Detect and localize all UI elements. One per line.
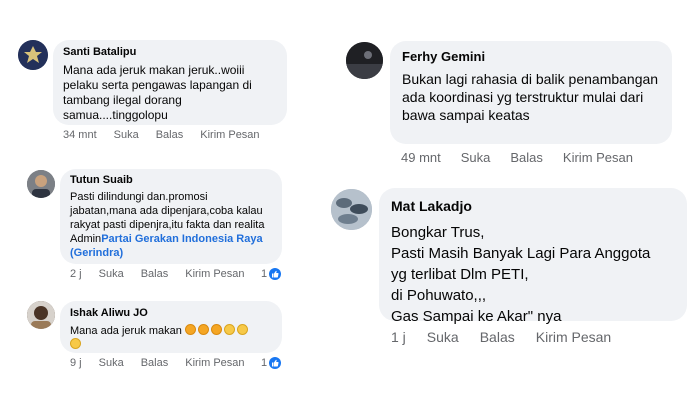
reaction-count[interactable]: 1	[261, 357, 282, 369]
orange-emoji-icon	[210, 324, 222, 335]
profile-photo-icon	[346, 42, 383, 79]
orange-emoji-icon	[184, 324, 196, 335]
avatar[interactable]	[346, 42, 383, 79]
reaction-count[interactable]: 1	[261, 268, 282, 280]
comment-bubble: Ferhy Gemini Bukan lagi rahasia di balik…	[390, 41, 672, 144]
comment-author[interactable]: Tutun Suaib	[70, 173, 272, 187]
like-button[interactable]: Suka	[461, 150, 491, 165]
comment-actions: 2 j Suka Balas Kirim Pesan	[70, 268, 245, 280]
like-thumb-icon	[269, 357, 282, 369]
laughing-emoji-icon	[70, 338, 81, 349]
comment-actions: 1 j Suka Balas Kirim Pesan	[391, 329, 611, 345]
comment-time[interactable]: 2 j	[70, 268, 82, 280]
comment-line: yg terlibat Dlm PETI,	[391, 266, 529, 283]
comment-bubble: Ishak Aliwu JO Mana ada jeruk makan	[60, 301, 282, 353]
comment-text: Bukan lagi rahasia di balik penambangan …	[402, 71, 659, 123]
send-message-button[interactable]: Kirim Pesan	[185, 357, 244, 369]
send-message-button[interactable]: Kirim Pesan	[536, 329, 611, 345]
like-button[interactable]: Suka	[99, 357, 124, 369]
reply-button[interactable]: Balas	[141, 268, 169, 280]
reply-button[interactable]: Balas	[156, 129, 184, 141]
profile-photo-icon	[27, 301, 55, 329]
profile-emblem-icon	[18, 40, 48, 70]
reaction-count-value: 1	[261, 268, 268, 280]
comment-text-body: Mana ada jeruk makan	[70, 325, 182, 337]
avatar[interactable]	[27, 170, 55, 198]
avatar[interactable]	[331, 189, 372, 230]
comment-actions: 9 j Suka Balas Kirim Pesan	[70, 357, 245, 369]
comment-author[interactable]: Mat Lakadjo	[391, 196, 675, 217]
comment-time[interactable]: 49 mnt	[401, 150, 441, 165]
comment-text: Mana ada jeruk makan jeruk..woiii pelaku…	[63, 63, 252, 122]
reply-button[interactable]: Balas	[480, 329, 515, 345]
comment-time[interactable]: 1 j	[391, 329, 406, 345]
comment-line: Pasti Masih Banyak Lagi Para Anggota	[391, 245, 651, 262]
comment-actions: 34 mnt Suka Balas Kirim Pesan	[63, 129, 260, 141]
comment-text: Pasti dilindungi dan.promosi jabatan,man…	[70, 190, 272, 260]
like-button[interactable]: Suka	[114, 129, 139, 141]
comment-time[interactable]: 9 j	[70, 357, 82, 369]
reply-button[interactable]: Balas	[510, 150, 543, 165]
send-message-button[interactable]: Kirim Pesan	[185, 268, 244, 280]
comment-bubble: Tutun Suaib Pasti dilindungi dan.promosi…	[60, 169, 282, 264]
comment-line: di Pohuwato,,,	[391, 287, 487, 304]
like-button[interactable]: Suka	[427, 329, 459, 345]
comment-actions: 49 mnt Suka Balas Kirim Pesan	[401, 150, 633, 165]
profile-photo-icon	[331, 189, 372, 230]
laughing-emoji-icon	[236, 324, 248, 335]
reaction-count-value: 1	[261, 357, 268, 369]
comment-bubble: Mat Lakadjo Bongkar Trus, Pasti Masih Ba…	[379, 188, 687, 325]
avatar[interactable]	[18, 40, 48, 70]
comment-line: Gas Sampai ke Akar" nya	[391, 308, 562, 325]
comment-time[interactable]: 34 mnt	[63, 129, 97, 141]
avatar[interactable]	[27, 301, 55, 329]
reply-button[interactable]: Balas	[141, 357, 169, 369]
comment-author[interactable]: Santi Batalipu	[63, 45, 277, 60]
comment-text: Mana ada jeruk makan	[70, 324, 272, 352]
orange-emoji-icon	[197, 324, 209, 335]
comment-author[interactable]: Ferhy Gemini	[402, 48, 660, 66]
send-message-button[interactable]: Kirim Pesan	[563, 150, 633, 165]
like-thumb-icon	[269, 268, 282, 280]
send-message-button[interactable]: Kirim Pesan	[200, 129, 259, 141]
comment-bubble: Santi Batalipu Mana ada jeruk makan jeru…	[53, 40, 287, 125]
profile-photo-icon	[27, 170, 55, 198]
comment-author[interactable]: Ishak Aliwu JO	[70, 306, 272, 320]
laughing-emoji-icon	[223, 324, 235, 335]
like-button[interactable]: Suka	[99, 268, 124, 280]
comment-line: Bongkar Trus,	[391, 224, 485, 241]
